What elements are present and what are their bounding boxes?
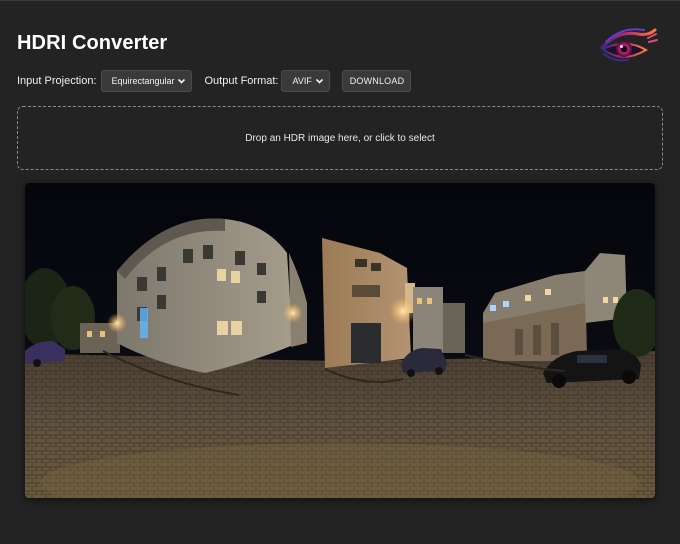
- input-projection-label: Input Projection:: [17, 75, 97, 87]
- chevron-down-icon: [177, 78, 185, 84]
- toolbar: Input Projection: Equirectangular Output…: [17, 70, 412, 92]
- file-dropzone[interactable]: Drop an HDR image here, or click to sele…: [17, 106, 663, 170]
- app-window: HDRI Converter Input Projection: Equirec…: [0, 0, 680, 544]
- eye-logo-icon: [598, 24, 658, 66]
- input-projection-select[interactable]: Equirectangular: [100, 70, 192, 92]
- dropzone-text: Drop an HDR image here, or click to sele…: [245, 132, 435, 144]
- input-projection-value: Equirectangular: [111, 76, 175, 86]
- page-title: HDRI Converter: [17, 32, 168, 54]
- output-format-select[interactable]: AVIF: [281, 70, 331, 92]
- output-format-label: Output Format:: [204, 75, 279, 87]
- hdri-preview-image: [25, 183, 655, 498]
- download-button[interactable]: DOWNLOAD: [342, 70, 412, 92]
- chevron-down-icon: [316, 78, 324, 84]
- output-format-value: AVIF: [292, 76, 312, 86]
